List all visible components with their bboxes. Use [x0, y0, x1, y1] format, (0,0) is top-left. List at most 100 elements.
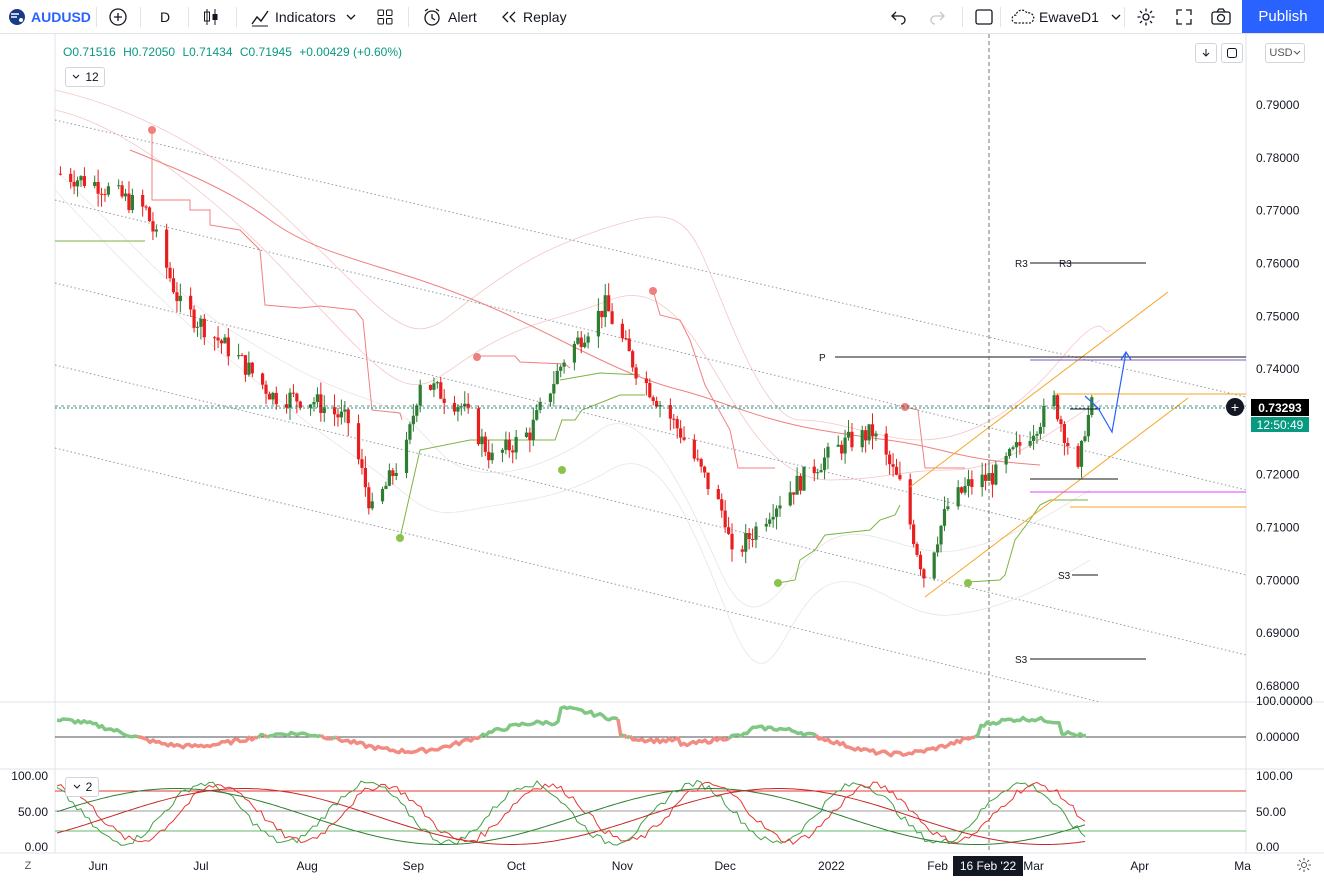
candle-body	[199, 318, 203, 327]
indicators-icon	[251, 10, 269, 26]
settings-button[interactable]	[1136, 0, 1156, 33]
candle-body	[990, 473, 995, 485]
candle-body	[500, 449, 505, 453]
stop-marker	[901, 403, 909, 411]
undo-button[interactable]	[890, 0, 908, 33]
candle-body	[826, 446, 830, 458]
osc1-segment	[334, 735, 481, 755]
indicators-button[interactable]: Indicators	[250, 0, 358, 33]
add-plus-icon[interactable]: +	[1226, 398, 1244, 416]
candle-body	[1059, 419, 1063, 425]
snapshot-button[interactable]	[1210, 0, 1232, 33]
candle-body	[295, 393, 299, 402]
candle-body	[631, 351, 635, 368]
candle-body	[459, 406, 463, 408]
pivot-label-r3: R3	[1059, 259, 1072, 270]
candle-body	[874, 433, 878, 437]
chevron-down-icon	[73, 784, 81, 789]
close-value: C0.71945	[239, 45, 292, 59]
interval-label: D	[160, 8, 171, 25]
camera-icon	[1211, 7, 1231, 25]
chart-type-button[interactable]	[202, 0, 220, 33]
maximize-pane-button[interactable]	[1221, 43, 1243, 63]
timezone-button[interactable]: Z	[19, 857, 37, 875]
candle-body	[1011, 447, 1015, 449]
fullscreen-layout-button[interactable]	[974, 0, 994, 33]
candle-body	[1083, 436, 1087, 441]
indicators-label: Indicators	[275, 8, 336, 25]
replay-button[interactable]: Replay	[500, 0, 567, 33]
candle-body	[963, 485, 967, 493]
candle-body	[123, 193, 128, 197]
candle-body	[363, 467, 367, 488]
candle-body	[898, 474, 902, 480]
osc-collapse-button[interactable]: 2	[65, 777, 99, 797]
compare-symbol-button[interactable]	[108, 0, 128, 33]
redo-button[interactable]	[928, 0, 946, 33]
candle-body	[175, 292, 179, 302]
osc-indicators-count: 2	[85, 780, 93, 794]
indicators-count: 12	[85, 70, 99, 84]
layout-name-button[interactable]: EwaveD1	[1010, 0, 1123, 33]
expand-icon	[1176, 8, 1192, 25]
publish-button[interactable]: Publish	[1242, 0, 1324, 33]
candle-body	[726, 527, 731, 534]
time-axis[interactable]: Jun Jul Aug Sep Oct Nov Dec 2022 Feb Mar Apr Ma	[88, 859, 1251, 873]
candle-body	[932, 552, 936, 579]
candle-body	[343, 409, 347, 412]
candle-body	[243, 355, 248, 375]
candle-body	[1018, 442, 1022, 446]
cloud-icon	[1011, 9, 1035, 24]
candle-body	[226, 337, 230, 357]
price-tick-label: 0.71000	[1256, 521, 1300, 535]
candle-body	[384, 485, 388, 489]
candle-body	[411, 415, 415, 425]
candle-body	[1086, 414, 1090, 437]
candle-body	[720, 499, 724, 511]
pane-frame	[0, 34, 1324, 854]
symbol-search[interactable]: AUDUSD	[8, 0, 91, 33]
candle-body	[219, 340, 224, 344]
stop-marker	[558, 466, 566, 474]
interval-button[interactable]: D	[160, 0, 170, 33]
candle-body	[679, 428, 683, 438]
candle-body	[298, 401, 302, 408]
templates-button[interactable]	[376, 0, 394, 33]
time-tick-label: Mar	[1023, 859, 1044, 873]
candle-body	[583, 342, 587, 348]
candle-body	[942, 509, 947, 526]
osc1-segment	[266, 730, 322, 739]
candle-body	[894, 466, 899, 475]
candle-body	[391, 470, 395, 477]
candle-body	[260, 373, 265, 385]
candle-body	[699, 459, 703, 467]
candle-body	[442, 398, 446, 403]
symbol-label: AUDUSD	[31, 8, 91, 25]
scroll-down-button[interactable]	[1195, 43, 1217, 63]
price-tick-label: 0.77000	[1256, 204, 1300, 218]
currency-selector[interactable]: USD	[1265, 43, 1305, 63]
price-tick-label: 0.74000	[1256, 362, 1300, 376]
alert-button[interactable]: Alert	[422, 0, 477, 33]
price-tick-label: 0.75000	[1256, 309, 1300, 323]
candle-body	[360, 459, 364, 468]
candle-body	[288, 392, 292, 408]
candle-body	[610, 311, 614, 324]
candle-body	[572, 343, 577, 363]
stop-marker	[473, 353, 481, 361]
pivot-label-r3: R3	[1015, 259, 1028, 270]
indicators-collapse-button[interactable]: 12	[65, 67, 105, 87]
candle-body	[703, 466, 707, 473]
candle-body	[339, 411, 344, 418]
fullscreen-button[interactable]	[1175, 0, 1193, 33]
flag-icon	[9, 8, 25, 25]
price-chart[interactable]: 0.79000 0.78000 0.77000 0.76000 0.75000 0.740…	[0, 34, 1324, 881]
candle-body	[1066, 442, 1070, 447]
candle-body	[870, 424, 875, 437]
pivot-label-s3: S3	[1015, 655, 1028, 666]
low-value: L0.71434	[182, 45, 233, 59]
candle-body	[213, 337, 217, 339]
candle-body	[99, 193, 104, 195]
settings-icon[interactable]	[1296, 857, 1312, 873]
candle-body	[603, 295, 607, 318]
